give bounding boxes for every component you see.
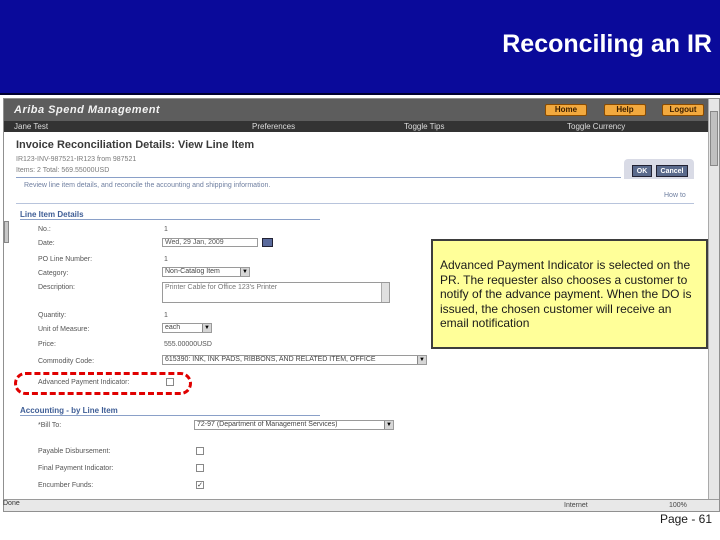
line-item-section-title: Line Item Details: [20, 210, 84, 219]
quantity-value: 1: [164, 312, 168, 319]
bill-to-select-value: 72-97 (Department of Management Services…: [197, 421, 338, 428]
status-done: Done: [3, 500, 20, 507]
slide-title: Reconciling an IR: [502, 30, 712, 58]
description-textarea[interactable]: Printer Cable for Office 123's Printer: [162, 282, 390, 303]
internet-zone: Internet: [564, 502, 588, 509]
accounting-section-rule: [20, 415, 320, 416]
textarea-scrollbar[interactable]: [381, 283, 389, 302]
no-label: No.:: [38, 226, 51, 233]
accounting-section-title: Accounting - by Line Item: [20, 406, 118, 415]
page-scrollbar[interactable]: [708, 99, 719, 511]
description-value: Printer Cable for Office 123's Printer: [165, 284, 278, 291]
app-menu-bar: Jane Test Preferences Toggle Tips Toggle…: [4, 121, 719, 132]
description-label: Description:: [38, 284, 75, 291]
ir-items-line: Items: 2 Total: 569.55000USD: [16, 167, 110, 174]
user-name: Jane Test: [14, 122, 49, 131]
po-line-value: 1: [164, 256, 168, 263]
date-label: Date:: [38, 240, 55, 247]
callout-text: Advanced Payment Indicator is selected o…: [440, 258, 692, 330]
po-line-label: PO Line Number:: [38, 256, 93, 263]
quantity-label: Quantity:: [38, 312, 67, 319]
cancel-button[interactable]: Cancel: [656, 165, 688, 177]
browser-status-bar: Internet 100%: [4, 499, 719, 511]
chevron-down-icon[interactable]: ▼: [417, 356, 426, 364]
bill-to-select[interactable]: 72-97 (Department of Management Services…: [194, 420, 394, 430]
encumber-funds-label: Encumber Funds:: [38, 482, 94, 489]
how-to-link[interactable]: How to: [664, 192, 686, 199]
uom-label: Unit of Measure:: [38, 326, 90, 333]
title-band: Reconciling an IR: [0, 0, 720, 95]
chevron-down-icon[interactable]: ▼: [202, 324, 211, 332]
price-label: Price:: [38, 341, 56, 348]
scrollbar-thumb[interactable]: [710, 111, 718, 166]
commodity-select-value: 615390: INK, INK PADS, RIBBONS, AND RELA…: [165, 356, 376, 363]
uom-select[interactable]: each ▼: [162, 323, 212, 333]
callout-box: Advanced Payment Indicator is selected o…: [431, 239, 708, 349]
ok-button[interactable]: OK: [632, 165, 652, 177]
highlight-oval: [14, 372, 192, 395]
commodity-label: Commodity Code:: [38, 358, 95, 365]
logout-button[interactable]: Logout: [662, 104, 704, 116]
uom-select-value: each: [165, 324, 181, 331]
header-divider: [16, 177, 621, 178]
toggle-currency-menu[interactable]: Toggle Currency: [567, 122, 625, 131]
app-header: Ariba Spend Management Home Help Logout: [4, 99, 719, 121]
category-select-value: Non-Catalog Item: [165, 268, 220, 275]
slide: Reconciling an IR Ariba Spend Management…: [0, 0, 720, 540]
home-button[interactable]: Home: [545, 104, 587, 116]
payable-disbursement-checkbox[interactable]: [196, 447, 204, 455]
category-select[interactable]: Non-Catalog Item ▼: [162, 267, 250, 277]
encumber-funds-checkbox[interactable]: ✓: [196, 481, 204, 489]
chevron-down-icon[interactable]: ▼: [384, 421, 393, 429]
final-payment-label: Final Payment Indicator:: [38, 465, 114, 472]
category-label: Category:: [38, 270, 69, 277]
no-value: 1: [164, 226, 168, 233]
app-logo: Ariba Spend Management: [14, 104, 161, 116]
price-value: 555.00000USD: [164, 341, 212, 348]
collapse-handle[interactable]: [4, 221, 9, 243]
line-item-section-rule: [20, 219, 320, 220]
date-field[interactable]: Wed, 29 Jan, 2009: [162, 238, 258, 247]
toggle-tips-menu[interactable]: Toggle Tips: [404, 122, 444, 131]
preferences-menu[interactable]: Preferences: [252, 122, 295, 131]
zoom-level[interactable]: 100%: [669, 502, 687, 509]
ir-id-line: IR123-INV-987521-IR123 from 987521: [16, 156, 137, 163]
instruction-divider: [16, 203, 694, 204]
calendar-icon[interactable]: [262, 238, 273, 247]
payable-disbursement-label: Payable Disbursement:: [38, 448, 111, 455]
page-heading: Invoice Reconciliation Details: View Lin…: [16, 139, 255, 151]
chevron-down-icon[interactable]: ▼: [240, 268, 249, 276]
commodity-select[interactable]: 615390: INK, INK PADS, RIBBONS, AND RELA…: [162, 355, 427, 365]
help-button[interactable]: Help: [604, 104, 646, 116]
final-payment-checkbox[interactable]: [196, 464, 204, 472]
instruction-text: Review line item details, and reconcile …: [24, 182, 271, 189]
bill-to-label: *Bill To:: [38, 422, 62, 429]
page-number: Page - 61: [659, 512, 712, 526]
